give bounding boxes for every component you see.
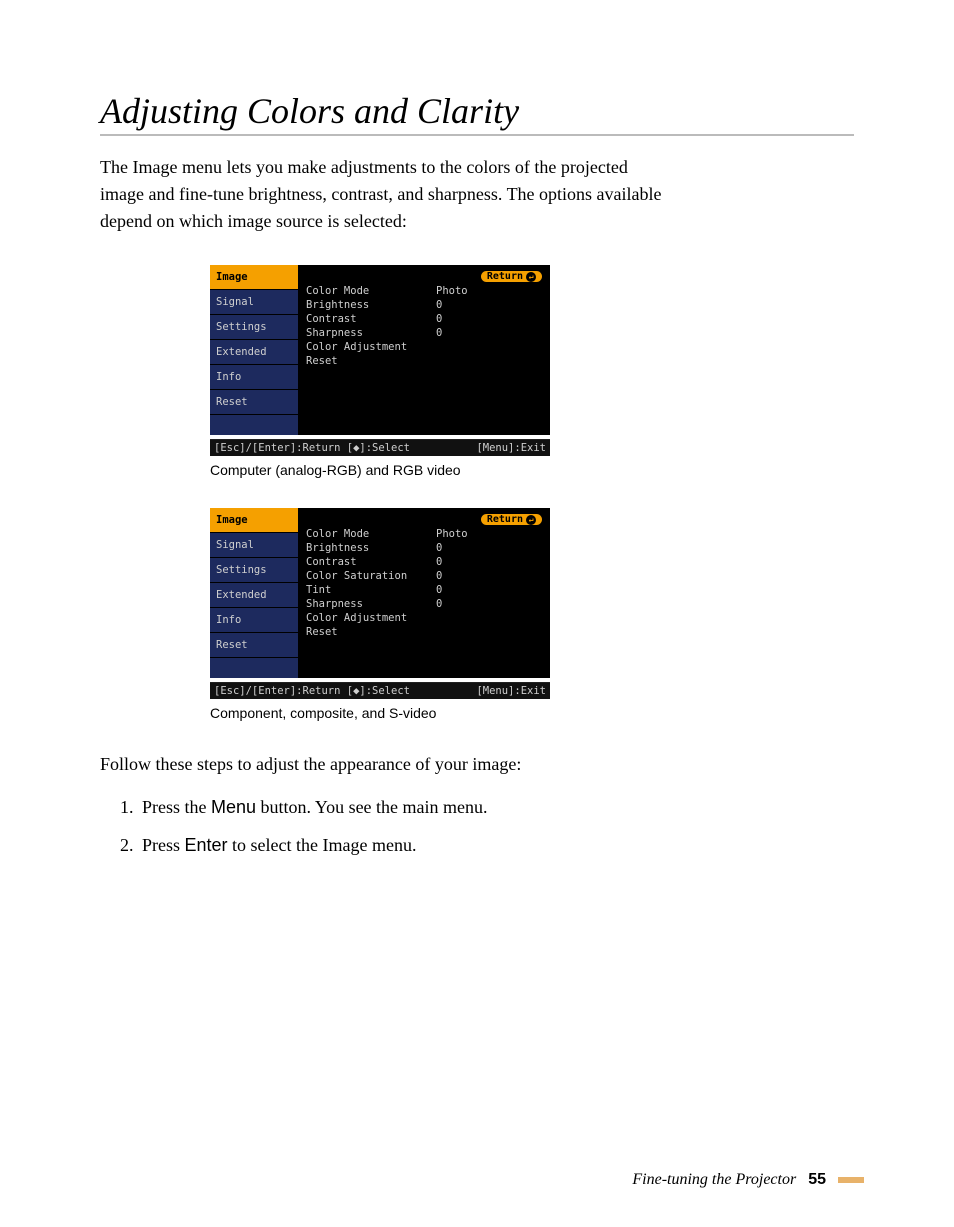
return-button[interactable]: Return ↵ bbox=[481, 514, 542, 525]
menu-row[interactable]: Tint0 bbox=[298, 583, 550, 597]
sidebar-item-settings[interactable]: Settings bbox=[210, 315, 298, 340]
row-label: Tint bbox=[306, 583, 436, 597]
row-value: 0 bbox=[436, 326, 442, 340]
menu-panel: Return ↵ Color ModePhoto Brightness0 Con… bbox=[298, 265, 550, 435]
row-value: 0 bbox=[436, 597, 442, 611]
row-label: Sharpness bbox=[306, 597, 436, 611]
sidebar-item-reset[interactable]: Reset bbox=[210, 390, 298, 415]
row-label: Contrast bbox=[306, 312, 436, 326]
enter-icon: ↵ bbox=[526, 272, 536, 282]
row-label: Brightness bbox=[306, 541, 436, 555]
step-text: button. You see the main menu. bbox=[256, 797, 488, 817]
row-value: 0 bbox=[436, 541, 442, 555]
menu-sidebar: Image Signal Settings Extended Info Rese… bbox=[210, 265, 298, 435]
sidebar-item-signal[interactable]: Signal bbox=[210, 533, 298, 558]
sidebar-item-image[interactable]: Image bbox=[210, 508, 298, 533]
return-label: Return bbox=[487, 271, 523, 282]
steps-intro: Follow these steps to adjust the appeara… bbox=[100, 751, 670, 778]
menu-panel: Return ↵ Color ModePhoto Brightness0 Con… bbox=[298, 508, 550, 678]
section-heading: Adjusting Colors and Clarity bbox=[100, 90, 854, 136]
menu-sidebar: Image Signal Settings Extended Info Rese… bbox=[210, 508, 298, 678]
step-2: Press Enter to select the Image menu. bbox=[138, 828, 708, 862]
page-footer: Fine-tuning the Projector 55 bbox=[632, 1171, 864, 1189]
step-1: Press the Menu button. You see the main … bbox=[138, 790, 708, 824]
row-label: Reset bbox=[306, 625, 436, 639]
menu-row[interactable]: Color Adjustment bbox=[298, 611, 550, 625]
step-text: Press the bbox=[142, 797, 211, 817]
menu-row[interactable]: Color ModePhoto bbox=[298, 284, 550, 298]
row-value: Photo bbox=[436, 284, 468, 298]
footer-chapter: Fine-tuning the Projector bbox=[632, 1171, 796, 1189]
page-number: 55 bbox=[808, 1171, 826, 1189]
row-value: Photo bbox=[436, 527, 468, 541]
row-label: Color Saturation bbox=[306, 569, 436, 583]
enter-button-label: Enter bbox=[185, 835, 228, 855]
row-label: Color Mode bbox=[306, 527, 436, 541]
menu-hint-bar: [Esc]/[Enter]:Return [◆]:Select [Menu]:E… bbox=[210, 682, 550, 699]
menu-row[interactable]: Color Saturation0 bbox=[298, 569, 550, 583]
figure-caption-1: Computer (analog-RGB) and RGB video bbox=[210, 462, 854, 478]
steps-list: Press the Menu button. You see the main … bbox=[100, 790, 708, 862]
menu-button-label: Menu bbox=[211, 797, 256, 817]
row-value: 0 bbox=[436, 555, 442, 569]
menu-row[interactable]: Contrast0 bbox=[298, 312, 550, 326]
return-label: Return bbox=[487, 514, 523, 525]
return-button[interactable]: Return ↵ bbox=[481, 271, 542, 282]
hint-left: [Esc]/[Enter]:Return [◆]:Select bbox=[214, 442, 410, 454]
row-label: Sharpness bbox=[306, 326, 436, 340]
sidebar-item-image[interactable]: Image bbox=[210, 265, 298, 290]
row-value: 0 bbox=[436, 569, 442, 583]
menu-screenshot-2: Image Signal Settings Extended Info Rese… bbox=[210, 508, 550, 699]
menu-row[interactable]: Sharpness0 bbox=[298, 597, 550, 611]
row-label: Color Adjustment bbox=[306, 611, 436, 625]
menu-row[interactable]: Sharpness0 bbox=[298, 326, 550, 340]
menu-row[interactable]: Brightness0 bbox=[298, 541, 550, 555]
intro-paragraph: The Image menu lets you make adjustments… bbox=[100, 154, 670, 235]
sidebar-item-info[interactable]: Info bbox=[210, 608, 298, 633]
sidebar-item-extended[interactable]: Extended bbox=[210, 583, 298, 608]
step-text: Press bbox=[142, 835, 185, 855]
hint-left: [Esc]/[Enter]:Return [◆]:Select bbox=[214, 685, 410, 697]
hint-right: [Menu]:Exit bbox=[476, 442, 546, 454]
figure-caption-2: Component, composite, and S-video bbox=[210, 705, 854, 721]
row-value: 0 bbox=[436, 312, 442, 326]
hint-right: [Menu]:Exit bbox=[476, 685, 546, 697]
row-label: Color Mode bbox=[306, 284, 436, 298]
sidebar-item-signal[interactable]: Signal bbox=[210, 290, 298, 315]
enter-icon: ↵ bbox=[526, 515, 536, 525]
step-text: to select the Image menu. bbox=[228, 835, 417, 855]
row-value: 0 bbox=[436, 298, 442, 312]
row-label: Color Adjustment bbox=[306, 340, 436, 354]
row-value: 0 bbox=[436, 583, 442, 597]
menu-row[interactable]: Reset bbox=[298, 625, 550, 639]
row-label: Brightness bbox=[306, 298, 436, 312]
menu-row[interactable]: Reset bbox=[298, 354, 550, 368]
sidebar-item-settings[interactable]: Settings bbox=[210, 558, 298, 583]
menu-row[interactable]: Brightness0 bbox=[298, 298, 550, 312]
row-label: Reset bbox=[306, 354, 436, 368]
row-label: Contrast bbox=[306, 555, 436, 569]
footer-decoration bbox=[838, 1177, 864, 1183]
menu-row[interactable]: Contrast0 bbox=[298, 555, 550, 569]
menu-hint-bar: [Esc]/[Enter]:Return [◆]:Select [Menu]:E… bbox=[210, 439, 550, 456]
sidebar-item-reset[interactable]: Reset bbox=[210, 633, 298, 658]
menu-row[interactable]: Color ModePhoto bbox=[298, 527, 550, 541]
sidebar-item-info[interactable]: Info bbox=[210, 365, 298, 390]
menu-row[interactable]: Color Adjustment bbox=[298, 340, 550, 354]
menu-screenshot-1: Image Signal Settings Extended Info Rese… bbox=[210, 265, 550, 456]
sidebar-item-extended[interactable]: Extended bbox=[210, 340, 298, 365]
